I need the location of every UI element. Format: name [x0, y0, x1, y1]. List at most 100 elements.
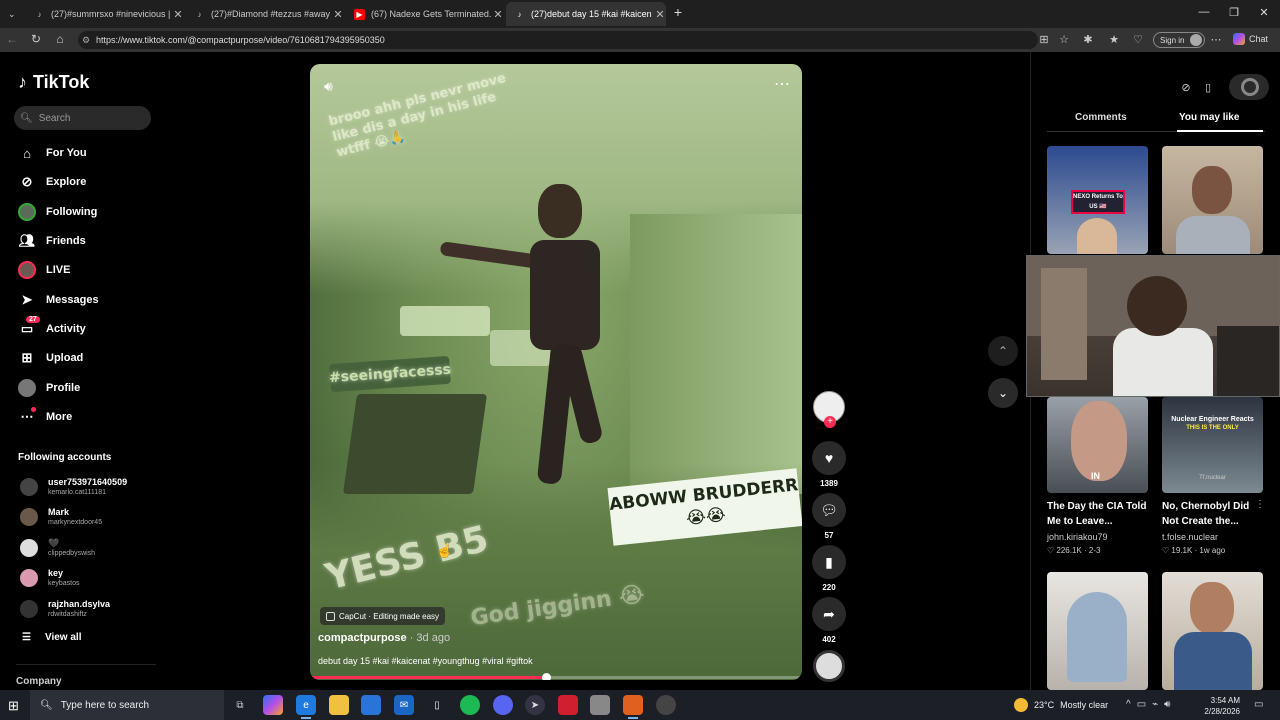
favorites-icon[interactable]: ★ — [1106, 33, 1122, 46]
card-more-icon[interactable]: ⋮ — [1137, 499, 1147, 510]
tab-2[interactable]: ♪ (27)#Diamond #tezzus #away #fy ✕ — [186, 2, 344, 26]
volume-icon[interactable]: 🔊︎ — [324, 78, 333, 95]
notepad-icon[interactable]: ▯ — [427, 695, 447, 715]
discover-icon[interactable]: ⊘ — [1175, 76, 1197, 98]
progress-handle[interactable] — [542, 673, 552, 680]
close-tab-icon[interactable]: ✕ — [172, 8, 184, 21]
video-more-options-icon[interactable]: ⋯ — [774, 74, 790, 94]
close-tab-icon[interactable]: ✕ — [654, 8, 666, 21]
video-progress-bar[interactable] — [310, 673, 802, 680]
account-item[interactable]: Mark markynextdoor45 — [20, 507, 102, 527]
close-tab-icon[interactable]: ✕ — [492, 8, 504, 21]
tab-you-may-like[interactable]: You may like — [1179, 112, 1239, 123]
nav-more[interactable]: ⋯ More — [18, 406, 72, 428]
creator-avatar[interactable]: + — [813, 391, 845, 428]
nav-following[interactable]: Following — [18, 201, 97, 223]
comment-button[interactable]: 💬︎ 57 — [812, 493, 846, 540]
video-player[interactable]: brooo ahh pls nevr move like dis a day i… — [310, 64, 802, 680]
profile-icon — [18, 379, 36, 397]
nav-activity[interactable]: ▭ 27 Activity — [18, 316, 86, 340]
tab-1[interactable]: ♪ (27)#summrsxo #ninevicious | sun ✕ — [26, 2, 184, 26]
previous-video-button[interactable]: ⌃ — [988, 336, 1018, 366]
like-button[interactable]: ♥ 1389 — [812, 441, 846, 488]
file-explorer-icon[interactable] — [329, 695, 349, 715]
tab-comments[interactable]: Comments — [1075, 112, 1127, 123]
app-icon[interactable]: ➤ — [525, 695, 545, 715]
video-thumbnail[interactable] — [1047, 572, 1148, 690]
next-video-button[interactable]: ⌄ — [988, 378, 1018, 408]
tab-4-active[interactable]: ♪ (27)debut day 15 #kai #kaicen ✕ — [506, 2, 666, 26]
address-bar[interactable]: ⚙ https://www.tiktok.com/@compactpurpose… — [78, 31, 1038, 49]
company-link[interactable]: Company — [16, 676, 62, 687]
tiktok-logo[interactable]: ♪ TikTok — [18, 72, 89, 93]
video-card-title[interactable]: No, Chernobyl Did Not Create the... — [1162, 499, 1263, 529]
nav-for-you[interactable]: ⌂ For You — [18, 142, 86, 164]
favorite-star-icon[interactable]: ☆ — [1056, 33, 1072, 46]
tab-3[interactable]: ▶ (67) Nadexe Gets Terminated. - Yo ✕ — [346, 2, 504, 26]
obs-icon[interactable] — [623, 695, 643, 719]
tab-actions-button[interactable]: ⌄ — [0, 2, 26, 26]
video-thumbnail[interactable]: IN — [1047, 397, 1148, 493]
video-thumbnail[interactable]: NEXO Returns To US 🇺🇸 — [1047, 146, 1148, 254]
account-item[interactable]: 🖤 clippedbyswish — [20, 538, 95, 558]
account-item[interactable]: key keybastos — [20, 568, 80, 588]
discord-icon[interactable] — [493, 695, 513, 715]
nav-friends[interactable]: 👥︎ Friends — [18, 230, 86, 252]
nav-explore[interactable]: ⊘ Explore — [18, 171, 87, 193]
site-info-icon[interactable]: ⚙ — [82, 35, 90, 46]
task-view-icon[interactable]: ⧉ — [230, 695, 250, 715]
close-window-button[interactable]: ✕ — [1254, 6, 1274, 19]
video-thumbnail[interactable] — [1162, 146, 1263, 254]
mail-icon[interactable]: ✉ — [394, 695, 414, 715]
sign-in-button[interactable]: Sign in — [1153, 32, 1206, 48]
app-icon[interactable] — [590, 695, 610, 715]
system-tray[interactable]: ^▭⌁🔊︎ — [1126, 699, 1176, 710]
video-card-author[interactable]: t.folse.nuclear — [1162, 532, 1218, 542]
follow-plus-icon[interactable]: + — [824, 416, 836, 428]
microsoft-store-icon[interactable] — [361, 695, 381, 715]
nav-upload[interactable]: ⊞ Upload — [18, 347, 84, 369]
minimize-button[interactable]: — — [1194, 6, 1214, 18]
copilot-chat-button[interactable]: Chat — [1233, 33, 1268, 45]
nav-profile[interactable]: Profile — [18, 377, 80, 399]
search-input[interactable]: 🔍︎ Search — [14, 106, 151, 130]
notifications-icon[interactable]: ▭ — [1254, 699, 1263, 710]
share-button[interactable]: ➦ 402 — [812, 597, 846, 644]
taskbar-search-input[interactable]: 🔍︎ Type here to search — [30, 690, 224, 720]
capcut-tag[interactable]: CapCut · Editing made easy — [320, 607, 446, 625]
video-thumbnail[interactable] — [1162, 572, 1263, 690]
video-thumbnail[interactable]: Nuclear Engineer Reacts THIS IS THE ONLY… — [1162, 397, 1263, 493]
view-all-button[interactable]: ☰ View all — [22, 632, 81, 643]
video-card-author[interactable]: john.kiriakou79 — [1047, 532, 1108, 542]
settings-more-icon[interactable]: ⋯ — [1208, 33, 1224, 46]
extensions-icon[interactable]: ✱ — [1080, 33, 1096, 46]
reload-button[interactable]: ↻ — [28, 32, 44, 46]
restore-button[interactable]: ❐ — [1224, 6, 1244, 19]
music-disc-avatar[interactable] — [813, 650, 845, 682]
account-item[interactable]: rajzhan.dsylva rdwitdashiftz — [20, 599, 110, 619]
new-tab-button[interactable]: + — [668, 4, 688, 20]
app-icon[interactable] — [558, 695, 578, 715]
home-button[interactable]: ⌂ — [52, 32, 68, 46]
mobile-icon[interactable]: ▯ — [1197, 76, 1219, 98]
app-available-icon[interactable]: ⊞ — [1036, 33, 1052, 46]
nav-live[interactable]: LIVE — [18, 259, 70, 281]
video-author[interactable]: compactpurpose · 3d ago — [318, 632, 450, 644]
edge-browser-icon[interactable]: e — [296, 695, 316, 719]
spotify-icon[interactable] — [460, 695, 480, 715]
active-tab-underline — [1177, 130, 1263, 132]
copilot-icon[interactable] — [263, 695, 283, 715]
save-button[interactable]: ▮ 220 — [812, 545, 846, 592]
close-tab-icon[interactable]: ✕ — [332, 8, 344, 21]
nav-messages[interactable]: ➤ Messages — [18, 289, 99, 311]
back-button[interactable]: ← — [4, 32, 20, 46]
account-item[interactable]: user753971640509 kemarlo.cat111181 — [20, 477, 127, 497]
windows-start-icon[interactable]: ⊞ — [8, 698, 19, 714]
video-card-title[interactable]: The Day the CIA Told Me to Leave... — [1047, 499, 1148, 529]
app-icon[interactable] — [656, 695, 676, 715]
card-more-icon[interactable]: ⋮ — [1255, 499, 1265, 510]
weather-widget[interactable]: 23°C Mostly clear — [1014, 698, 1108, 712]
taskbar-clock[interactable]: 3:54 AM 2/28/2026 — [1196, 695, 1240, 717]
browser-essentials-icon[interactable]: ♡ — [1130, 33, 1146, 46]
profile-ring-button[interactable] — [1229, 74, 1269, 100]
